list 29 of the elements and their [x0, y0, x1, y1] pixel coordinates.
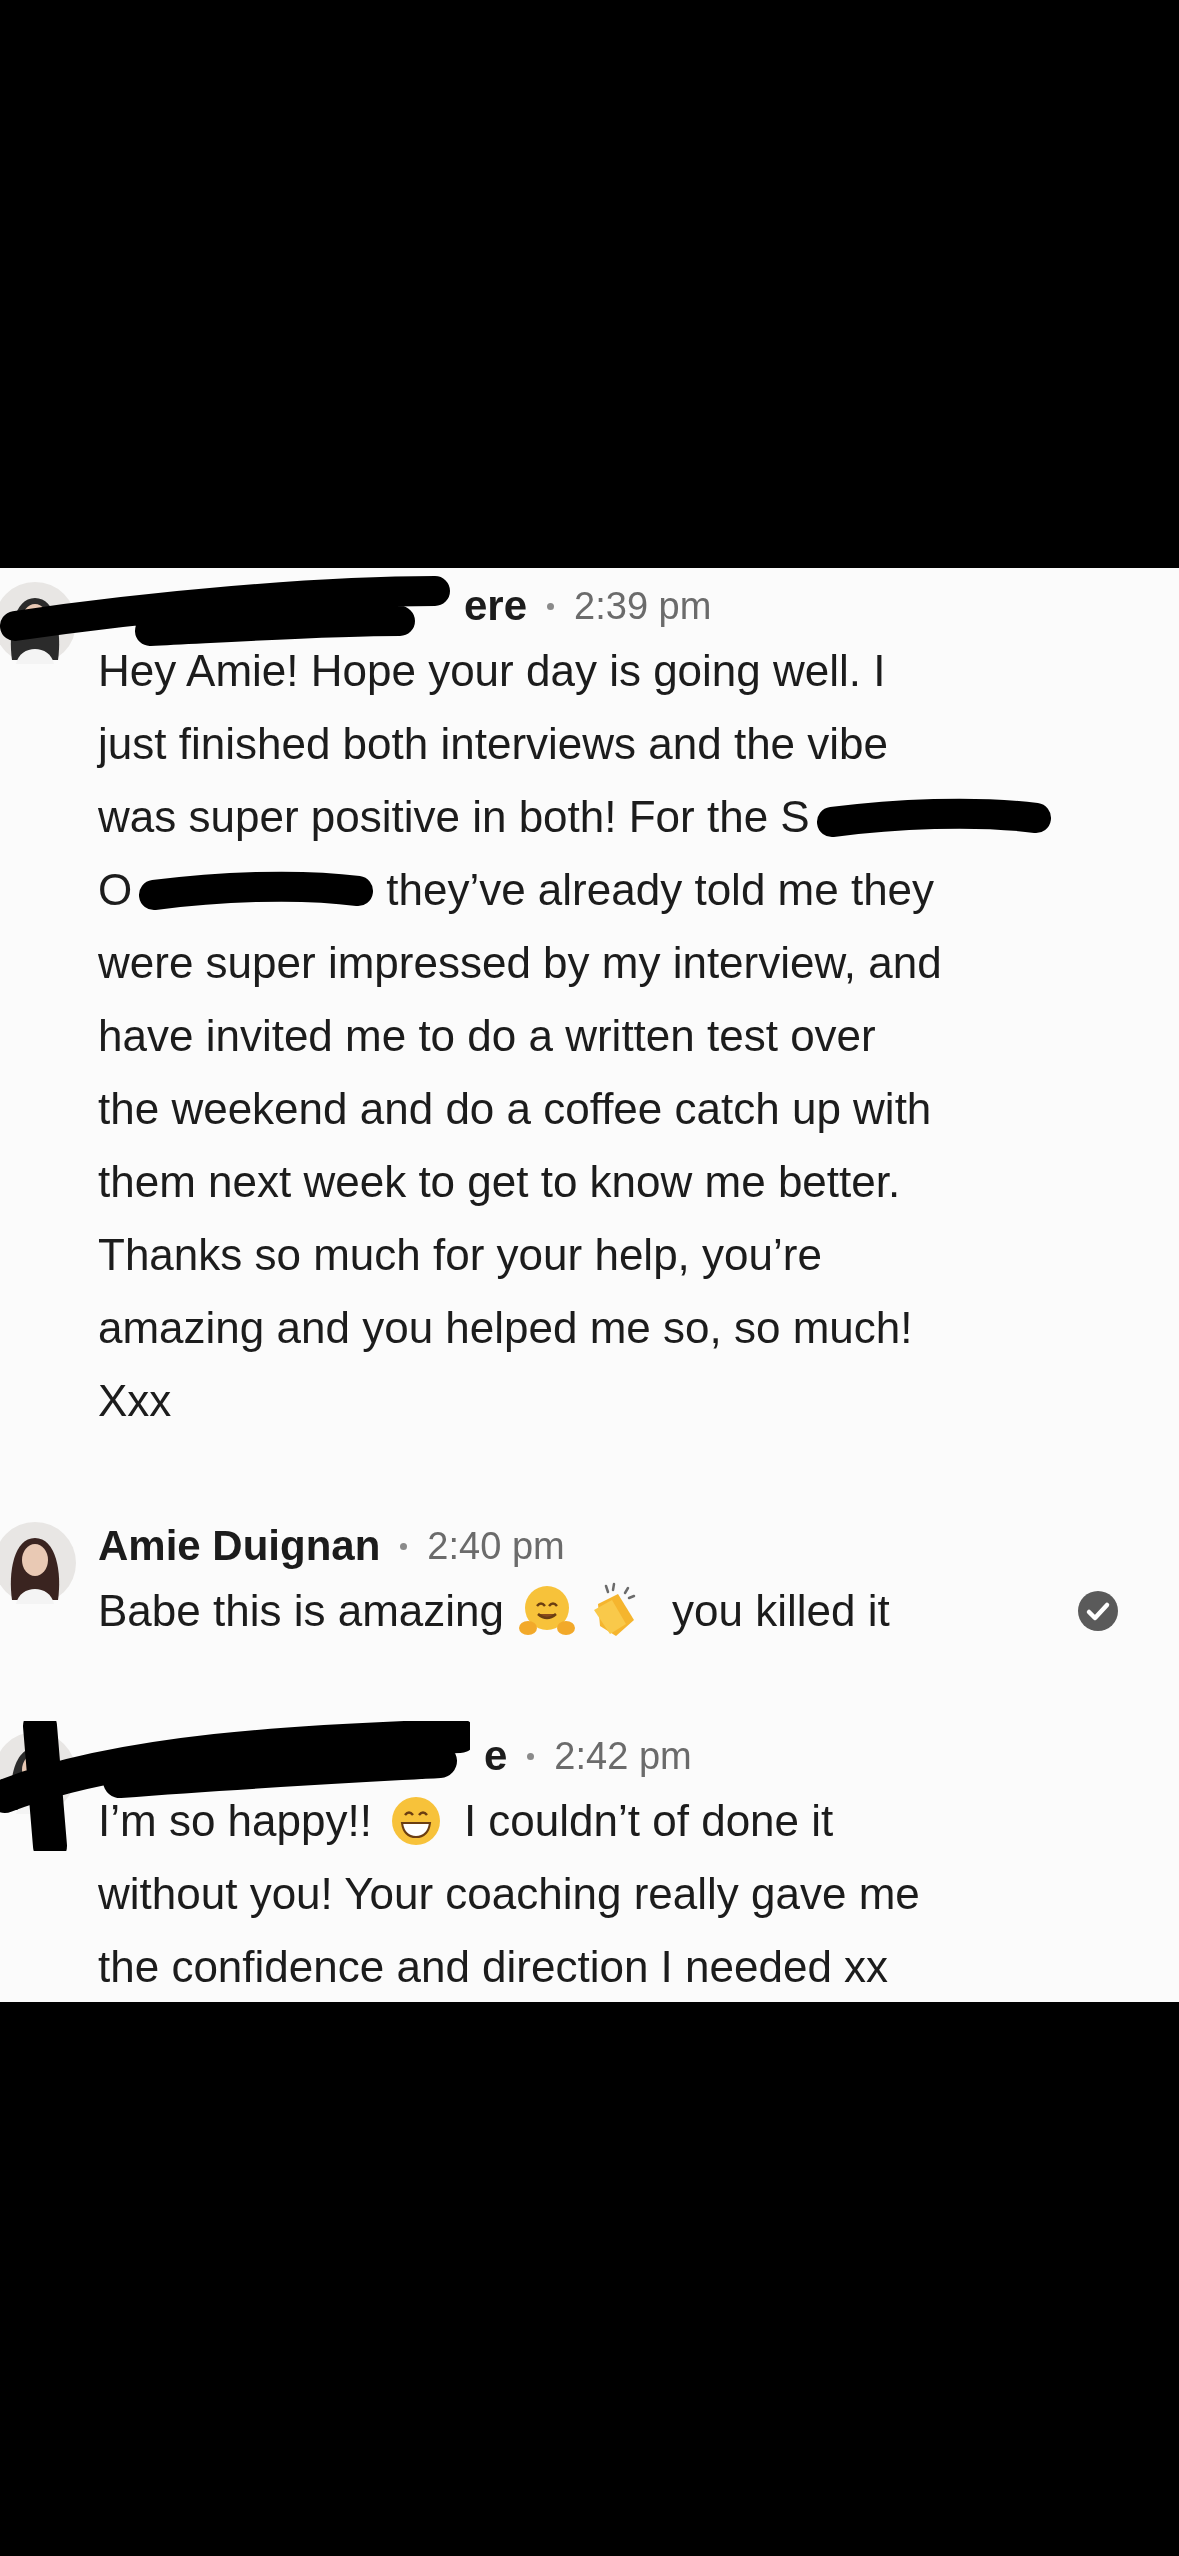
hugging-face-icon [518, 1583, 576, 1638]
sender-name: ere [464, 582, 528, 630]
message-text: Xxx [98, 1375, 172, 1426]
message-text: the confidence and direction I needed xx [98, 1941, 889, 1992]
message-text: were super impressed by my interview, and [98, 937, 942, 988]
message-text: the weekend and do a coffee catch up with [98, 1083, 932, 1134]
separator-dot [400, 1542, 408, 1550]
message-text: amazing and you helped me so, so much! [98, 1302, 913, 1353]
message-text: just finished both interviews and the vibe [98, 718, 889, 769]
message-text: I’m so happy!! [98, 1795, 372, 1846]
message-text: you killed it [672, 1585, 890, 1636]
message-time: 2:42 pm [554, 1734, 692, 1778]
message-text: Hey Amie! Hope your day is going well. I [98, 645, 886, 696]
grinning-face-icon [389, 1794, 442, 1847]
sender-name: Amie Duignan [98, 1522, 381, 1570]
message-text: have invited me to do a written test over [98, 1010, 876, 1061]
message-text: O [98, 864, 133, 915]
message-text: Thanks so much for your help, you’re [98, 1229, 822, 1280]
message-time: 2:40 pm [427, 1524, 565, 1568]
message-text: without you! Your coaching really gave me [98, 1868, 920, 1919]
sender-name: e [484, 1732, 508, 1780]
message-text: Babe this is amazing [98, 1585, 504, 1636]
message-text: they’ve already told me they [386, 864, 935, 915]
message-text: them next week to get to know me better. [98, 1156, 901, 1207]
separator-dot [527, 1752, 535, 1760]
message-time: 2:39 pm [574, 584, 712, 628]
message-text: was super positive in both! For the S [98, 791, 810, 842]
separator-dot [547, 602, 555, 610]
message-text: I couldn’t of done it [463, 1795, 834, 1846]
